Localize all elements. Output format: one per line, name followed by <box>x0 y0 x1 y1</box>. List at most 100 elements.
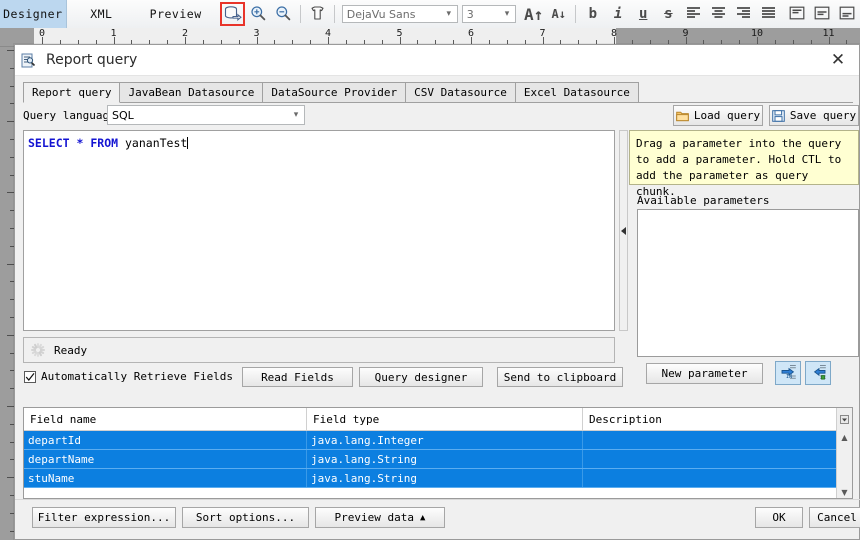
column-header-field-type[interactable]: Field type <box>307 408 583 430</box>
zoom-out-button[interactable] <box>272 3 295 25</box>
tab-excel-datasource-label: Excel Datasource <box>523 86 630 99</box>
view-tab-xml[interactable]: XML <box>67 0 136 28</box>
preview-data-button[interactable]: Preview data ▲ <box>315 507 445 528</box>
save-query-label: Save query <box>789 109 857 122</box>
filter-expression-label: Filter expression... <box>37 511 171 524</box>
sql-table-name: yananTest <box>125 136 188 150</box>
view-tab-preview[interactable]: Preview <box>136 0 215 28</box>
ruler-mark-label: 11 <box>822 28 835 39</box>
align-justify-button[interactable] <box>757 3 780 25</box>
column-header-field-name[interactable]: Field name <box>24 408 307 430</box>
table-cell-field-type[interactable]: java.lang.String <box>307 450 583 468</box>
tab-javabean-datasource-label: JavaBean Datasource <box>128 86 255 99</box>
fields-table[interactable]: Field name Field type Description depart… <box>23 407 853 499</box>
align-center-icon <box>711 6 726 22</box>
text-caret <box>187 137 189 149</box>
dialog-footer-divider <box>15 499 860 500</box>
parameter-out-icon <box>810 364 827 383</box>
chevron-down-icon: ▾ <box>446 9 452 19</box>
query-status-bar: Ready <box>23 337 615 363</box>
ruler-mark-label: 3 <box>253 28 260 39</box>
table-row[interactable]: stuName java.lang.String <box>24 469 852 488</box>
parameter-in-icon: IN <box>780 364 797 383</box>
ruler-mark-label: 7 <box>539 28 546 39</box>
sql-editor[interactable]: SELECT * FROM yananTest <box>23 130 615 331</box>
font-size-select[interactable]: 3 ▾ <box>461 5 517 23</box>
parameter-out-button[interactable] <box>805 361 831 385</box>
view-tab-designer[interactable]: Designer <box>0 0 67 28</box>
datasource-tabs: Report query JavaBean Datasource DataSou… <box>23 81 853 103</box>
send-to-clipboard-button[interactable]: Send to clipboard <box>497 367 623 387</box>
auto-retrieve-fields-checkbox[interactable]: Automatically Retrieve Fields <box>24 370 233 383</box>
sort-options-label: Sort options... <box>195 511 296 524</box>
underline-button[interactable]: u <box>632 3 655 25</box>
tab-excel-datasource[interactable]: Excel Datasource <box>514 82 639 102</box>
strikethrough-button[interactable]: s <box>657 3 680 25</box>
table-cell-field-type[interactable]: java.lang.Integer <box>307 431 583 449</box>
table-cell-description[interactable] <box>583 431 838 449</box>
table-column-options-button[interactable] <box>836 408 852 430</box>
tab-csv-datasource[interactable]: CSV Datasource <box>405 82 516 102</box>
available-parameters-list[interactable] <box>637 209 859 357</box>
datasource-button[interactable] <box>220 2 246 26</box>
save-disk-icon <box>772 109 785 122</box>
collapse-left-icon <box>621 226 626 235</box>
zoom-in-button[interactable] <box>246 3 269 25</box>
sql-text: SELECT * FROM yananTest <box>24 131 614 155</box>
query-language-value: SQL <box>112 108 134 122</box>
table-cell-description[interactable] <box>583 450 838 468</box>
table-row[interactable]: departName java.lang.String <box>24 450 852 469</box>
query-language-label: Query language <box>23 109 116 122</box>
font-family-select[interactable]: DejaVu Sans ▾ <box>341 5 458 23</box>
table-cell-description[interactable] <box>583 469 838 487</box>
sql-keyword-from: FROM <box>90 136 119 150</box>
query-language-select[interactable]: SQL ▾ <box>107 105 305 125</box>
parameter-in-button[interactable]: IN <box>775 361 801 385</box>
query-designer-label: Query designer <box>374 370 468 384</box>
folder-icon <box>676 110 689 122</box>
scroll-up-icon[interactable]: ▲ <box>837 430 852 445</box>
valign-top-button[interactable] <box>786 3 809 25</box>
ok-button[interactable]: OK <box>755 507 803 528</box>
read-fields-button[interactable]: Read Fields <box>242 367 353 387</box>
align-left-button[interactable] <box>682 3 705 25</box>
filter-expression-button[interactable]: Filter expression... <box>32 507 176 528</box>
bold-button[interactable]: b <box>581 3 604 25</box>
close-icon[interactable]: ✕ <box>823 46 853 74</box>
valign-middle-button[interactable] <box>811 3 834 25</box>
new-parameter-button[interactable]: New parameter <box>646 363 763 384</box>
table-cell-field-name[interactable]: stuName <box>24 469 307 487</box>
report-query-icon <box>21 52 38 69</box>
table-row[interactable]: departId java.lang.Integer <box>24 431 852 450</box>
query-designer-button[interactable]: Query designer <box>359 367 483 387</box>
table-cell-field-name[interactable]: departName <box>24 450 307 468</box>
cancel-button[interactable]: Cancel <box>809 507 860 528</box>
svg-text:IN: IN <box>786 374 792 380</box>
grow-font-button[interactable]: A↑ <box>522 3 545 25</box>
valign-bottom-button[interactable] <box>836 3 859 25</box>
save-query-button[interactable]: Save query <box>769 105 859 126</box>
chevron-down-icon: ▾ <box>504 9 510 19</box>
italic-button[interactable]: i <box>606 3 629 25</box>
triangle-up-icon: ▲ <box>420 512 426 523</box>
view-tab-designer-label: Designer <box>3 7 63 21</box>
column-header-description[interactable]: Description <box>583 408 838 430</box>
tab-report-query[interactable]: Report query <box>23 82 121 103</box>
table-cell-field-name[interactable]: departId <box>24 431 307 449</box>
parameter-hint: Drag a parameter into the query to add a… <box>629 130 859 198</box>
fields-table-scrollbar[interactable]: ▲ ▼ <box>836 430 852 498</box>
load-query-button[interactable]: Load query <box>673 105 763 126</box>
toolbar-separator-2 <box>333 5 335 23</box>
scroll-down-icon[interactable]: ▼ <box>837 485 852 498</box>
main-toolbar: Designer XML Preview DejaVu Sans ▾ 3 ▾ A… <box>0 0 860 29</box>
shrink-font-button[interactable]: A↓ <box>547 3 570 25</box>
tab-datasource-provider[interactable]: DataSource Provider <box>262 82 407 102</box>
tab-javabean-datasource[interactable]: JavaBean Datasource <box>119 82 264 102</box>
style-icon <box>309 5 326 24</box>
panel-splitter[interactable] <box>619 130 628 331</box>
style-button[interactable] <box>306 3 329 25</box>
align-center-button[interactable] <box>707 3 730 25</box>
table-cell-field-type[interactable]: java.lang.String <box>307 469 583 487</box>
sort-options-button[interactable]: Sort options... <box>182 507 309 528</box>
align-right-button[interactable] <box>732 3 755 25</box>
